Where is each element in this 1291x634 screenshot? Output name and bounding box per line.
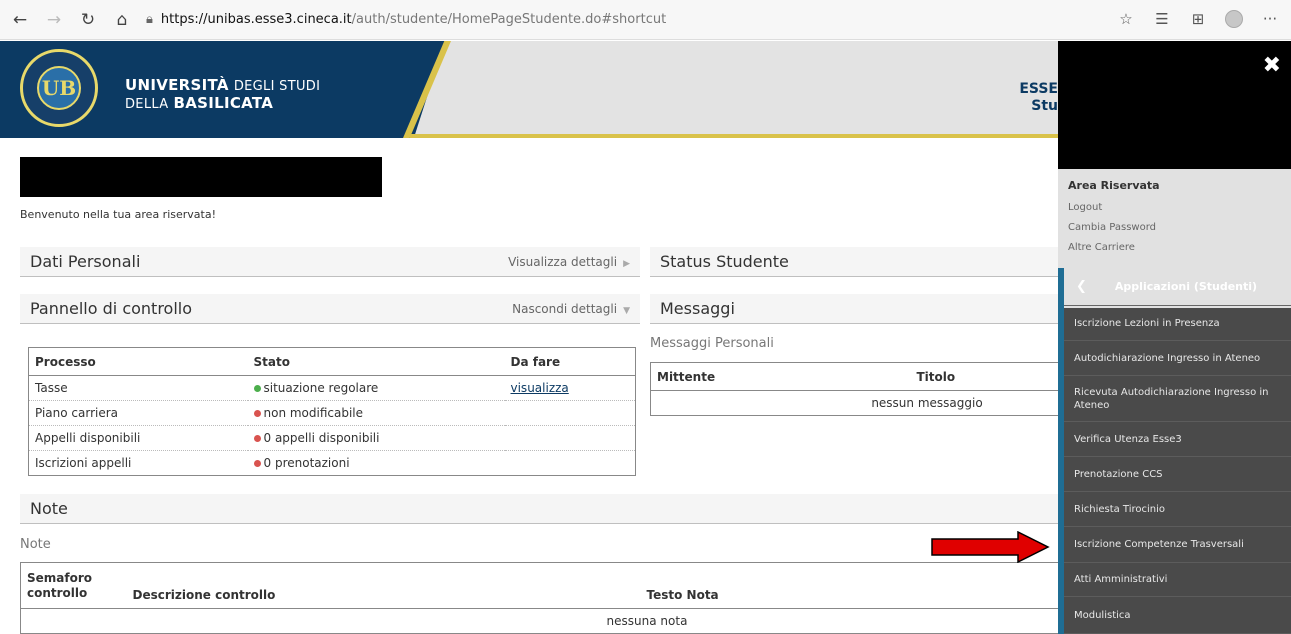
table-row: Appelli disponibili 0 appelli disponibil… — [28, 425, 636, 451]
menu-item-iscrizione-lezioni[interactable]: Iscrizione Lezioni in Presenza — [1064, 306, 1291, 341]
refresh-icon[interactable]: ↻ — [74, 6, 102, 34]
applicazioni-menu-header[interactable]: ❮ Applicazioni (Studenti) — [1064, 268, 1291, 306]
status-red-icon — [253, 410, 261, 417]
note-heading: Note — [20, 537, 51, 552]
empty-messages: nessun messaggio — [650, 390, 1070, 416]
messaggi-table: Mittente Titolo nessun messaggio — [650, 362, 1070, 416]
address-bar[interactable]: 🔒︎ https://unibas.esse3.cineca.it/auth/s… — [146, 12, 666, 27]
col-testo-nota: Testo Nota — [640, 562, 1070, 609]
logout-link[interactable]: Logout — [1068, 202, 1102, 213]
chevron-left-icon[interactable]: ❮ — [1076, 279, 1087, 294]
area-riservata-heading: Area Riservata — [1068, 179, 1160, 192]
university-name[interactable]: UNIVERSITÀ DEGLI STUDI DELLA BASILICATA — [125, 77, 320, 113]
status-green-icon — [253, 385, 261, 392]
side-menu: ✖ Area Riservata Logout Cambia Password … — [1058, 41, 1291, 634]
table-row: nessun messaggio — [650, 390, 1070, 416]
note-table: Semaforo controllo Descrizione controllo … — [20, 562, 1070, 634]
welcome-text: Benvenuto nella tua area riservata! — [20, 208, 216, 221]
menu-item-ricevuta-autodichiarazione[interactable]: Ricevuta Autodichiarazione Ingresso in A… — [1064, 376, 1291, 422]
back-icon[interactable]: ← — [6, 6, 34, 34]
nascondi-dettagli-link[interactable]: Nascondi dettagli ▼ — [512, 302, 630, 316]
browser-toolbar: ← → ↻ ⌂ 🔒︎ https://unibas.esse3.cineca.i… — [0, 0, 1291, 40]
messaggi-section: Messaggi — [650, 294, 1058, 324]
col-semaforo: Semaforo controllo — [20, 562, 127, 609]
favorites-list-icon[interactable]: ☰ — [1149, 6, 1175, 32]
university-seal-logo[interactable]: UB — [20, 49, 98, 127]
menu-item-prenotazione-ccs[interactable]: Prenotazione CCS — [1064, 457, 1291, 492]
note-section: Note — [20, 494, 1058, 524]
more-menu-icon[interactable]: ··· — [1257, 6, 1283, 32]
close-icon[interactable]: ✖ — [1263, 53, 1281, 78]
url-host: https://unibas.esse3.cineca.it — [160, 12, 352, 27]
altre-carriere-link[interactable]: Altre Carriere — [1068, 242, 1135, 253]
collections-icon[interactable]: ⊞ — [1185, 6, 1211, 32]
status-red-icon — [253, 435, 261, 442]
col-mittente: Mittente — [650, 362, 911, 391]
menu-item-modulistica[interactable]: Modulistica — [1064, 597, 1291, 634]
col-titolo: Titolo — [910, 362, 1070, 391]
url-path: /auth/studente/HomePageStudente.do#short… — [351, 12, 667, 27]
red-arrow-annotation — [931, 531, 1050, 563]
table-row: Piano carriera non modificabile — [28, 400, 636, 426]
status-studente-section: Status Studente — [650, 247, 1058, 277]
redacted-student-name — [20, 157, 382, 197]
table-row: Iscrizioni appelli 0 prenotazioni — [28, 450, 636, 476]
dati-personali-section: Dati Personali Visualizza dettagli ▶ — [20, 247, 640, 277]
forward-icon[interactable]: → — [40, 6, 68, 34]
messaggi-personali-heading: Messaggi Personali — [650, 336, 774, 351]
cambia-password-link[interactable]: Cambia Password — [1068, 222, 1156, 233]
favorite-star-icon[interactable]: ☆ — [1113, 6, 1139, 32]
col-stato: Stato — [247, 347, 505, 376]
menu-item-atti-amministrativi[interactable]: Atti Amministrativi — [1064, 563, 1291, 597]
redacted-user-info — [1058, 93, 1291, 169]
empty-notes: nessuna nota — [20, 608, 1070, 634]
pannello-section: Pannello di controllo Nascondi dettagli ▼ — [20, 294, 640, 324]
home-icon[interactable]: ⌂ — [108, 6, 136, 34]
col-processo: Processo — [28, 347, 248, 376]
pannello-table: Processo Stato Da fare Tasse situazione … — [28, 347, 636, 476]
table-row: nessuna nota — [20, 608, 1070, 634]
menu-item-competenze-trasversali[interactable]: Iscrizione Competenze Trasversali — [1064, 527, 1291, 563]
site-header: UB UNIVERSITÀ DEGLI STUDI DELLA BASILICA… — [0, 41, 1058, 138]
visualizza-dettagli-link[interactable]: Visualizza dettagli ▶ — [508, 255, 630, 269]
col-descrizione: Descrizione controllo — [126, 562, 641, 609]
visualizza-link[interactable]: visualizza — [511, 381, 569, 395]
table-row: Tasse situazione regolare visualizza — [28, 375, 636, 401]
status-red-icon — [253, 460, 261, 467]
profile-avatar[interactable] — [1221, 6, 1247, 32]
menu-item-autodichiarazione[interactable]: Autodichiarazione Ingresso in Ateneo — [1064, 341, 1291, 376]
col-da-fare: Da fare — [504, 347, 636, 376]
lock-icon: 🔒︎ — [146, 12, 153, 27]
header-app-name: ESSE Stu — [1019, 81, 1058, 114]
menu-item-verifica-utenza[interactable]: Verifica Utenza Esse3 — [1064, 422, 1291, 457]
menu-item-richiesta-tirocinio[interactable]: Richiesta Tirocinio — [1064, 492, 1291, 527]
